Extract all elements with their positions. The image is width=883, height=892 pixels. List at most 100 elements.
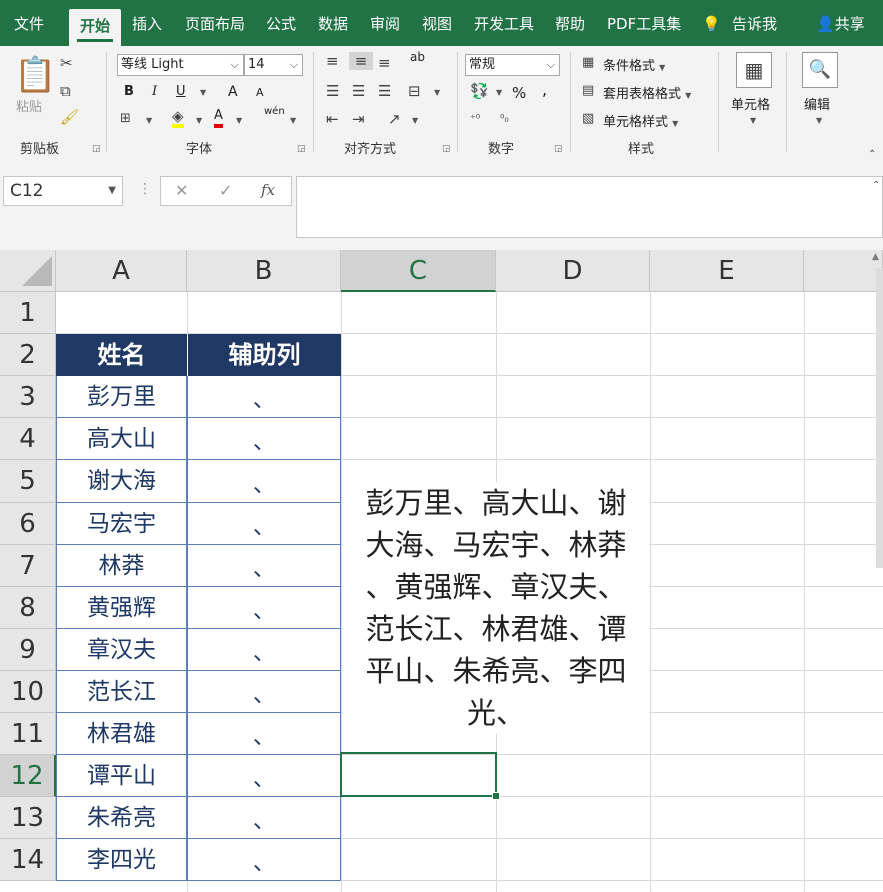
table-cell-name[interactable]: 林莽 — [56, 545, 187, 587]
tab-pdf-tools[interactable]: PDF工具集 — [607, 12, 681, 36]
font-size-select[interactable]: 14 ⌵ — [244, 54, 303, 76]
caret-down-icon[interactable]: ▼ — [290, 116, 296, 125]
expand-formula-bar-icon[interactable]: ⌃ — [872, 180, 880, 191]
grow-font-button[interactable]: A — [228, 84, 238, 100]
caret-down-icon[interactable]: ▼ — [496, 88, 502, 97]
row-header[interactable]: 2 — [0, 334, 56, 376]
row-header[interactable]: 8 — [0, 587, 56, 629]
caret-down-icon[interactable]: ▼ — [146, 116, 152, 125]
fill-handle[interactable] — [492, 792, 500, 800]
row-header[interactable]: 3 — [0, 376, 56, 418]
row-header[interactable]: 6 — [0, 503, 56, 545]
align-left-icon[interactable]: ☰ — [326, 82, 339, 100]
enter-icon[interactable]: ✓ — [219, 181, 232, 200]
phonetic-button[interactable]: wén — [264, 106, 285, 117]
font-name-select[interactable]: 等线 Light ⌵ — [117, 54, 244, 76]
caret-down-icon[interactable]: ▼ — [200, 88, 206, 97]
increase-indent-icon[interactable]: ⇥ — [352, 110, 365, 128]
conditional-format-button[interactable]: 条件格式 ▼ — [603, 55, 665, 74]
alignment-launcher-icon[interactable]: ◲ — [442, 144, 451, 154]
row-header[interactable]: 5 — [0, 460, 56, 503]
table-cell-aux[interactable]: 、 — [187, 629, 341, 671]
scroll-up-icon[interactable]: ▲ — [872, 252, 883, 266]
percent-button[interactable]: % — [512, 84, 526, 102]
tab-review[interactable]: 审阅 — [370, 12, 400, 36]
row-header[interactable]: 1 — [0, 292, 56, 334]
table-cell-aux[interactable]: 、 — [187, 503, 341, 545]
table-cell-aux[interactable]: 、 — [187, 671, 341, 713]
table-cell-aux[interactable]: 、 — [187, 587, 341, 629]
tab-insert[interactable]: 插入 — [132, 12, 162, 36]
table-cell-aux[interactable]: 、 — [187, 713, 341, 755]
table-cell-name[interactable]: 李四光 — [56, 839, 187, 881]
row-header[interactable]: 14 — [0, 839, 56, 881]
fill-color-icon[interactable]: ◈ — [172, 108, 184, 128]
vertical-scrollbar-thumb[interactable] — [876, 268, 883, 568]
insert-function-icon[interactable]: fx — [261, 181, 275, 199]
caret-down-icon[interactable]: ▼ — [412, 116, 418, 125]
tab-view[interactable]: 视图 — [422, 12, 452, 36]
italic-button[interactable]: I — [152, 84, 157, 99]
format-painter-icon[interactable]: 🖌 — [60, 108, 79, 126]
shrink-font-button[interactable]: A — [256, 86, 264, 99]
tab-home[interactable]: 开始 — [69, 9, 122, 46]
format-as-table-button[interactable]: 套用表格格式 ▼ — [603, 83, 691, 102]
column-header-a[interactable]: A — [56, 250, 187, 292]
formula-input[interactable] — [296, 176, 883, 238]
column-header-d[interactable]: D — [496, 250, 650, 292]
table-cell-name[interactable]: 林君雄 — [56, 713, 187, 755]
number-format-select[interactable]: 常规 ⌵ — [465, 54, 560, 76]
font-launcher-icon[interactable]: ◲ — [297, 144, 306, 154]
merged-result-cell[interactable]: 彭万里、高大山、谢 大海、马宏宇、林莽 、黄强辉、章汉夫、 范长江、林君雄、谭 … — [343, 482, 649, 734]
table-cell-aux[interactable]: 、 — [187, 755, 341, 797]
paste-label[interactable]: 粘贴 — [16, 96, 42, 115]
tab-page-layout[interactable]: 页面布局 — [185, 12, 245, 36]
name-box[interactable]: C12 ▼ — [3, 176, 123, 206]
search-icon[interactable]: 🔍 — [802, 52, 838, 88]
table-header-name[interactable]: 姓名 — [56, 334, 187, 376]
editing-button[interactable]: 编辑 — [804, 94, 830, 113]
table-cell-name[interactable]: 谢大海 — [56, 460, 187, 503]
table-cell-aux[interactable]: 、 — [187, 460, 341, 503]
table-cell-name[interactable]: 马宏宇 — [56, 503, 187, 545]
share-button[interactable]: 👤共享 — [816, 12, 865, 36]
table-cell-aux[interactable]: 、 — [187, 418, 341, 460]
align-middle-icon[interactable]: ≡ — [349, 52, 373, 70]
paste-icon[interactable]: 📋 — [14, 56, 56, 94]
table-cell-name[interactable]: 谭平山 — [56, 755, 187, 797]
cancel-icon[interactable]: ✕ — [175, 181, 188, 200]
tab-help[interactable]: 帮助 — [555, 12, 585, 36]
clipboard-launcher-icon[interactable]: ◲ — [92, 144, 101, 154]
caret-down-icon[interactable]: ▼ — [816, 116, 822, 125]
increase-decimal-icon[interactable]: ⁺⁰ — [470, 110, 480, 128]
tab-developer[interactable]: 开发工具 — [474, 12, 534, 36]
align-bottom-icon[interactable]: ≡ — [378, 54, 391, 72]
copy-icon[interactable]: ⧉ — [60, 82, 71, 100]
table-cell-aux[interactable]: 、 — [187, 545, 341, 587]
table-cell-aux[interactable]: 、 — [187, 839, 341, 881]
cells-button[interactable]: 单元格 — [731, 94, 770, 113]
bold-button[interactable]: B — [124, 84, 134, 99]
table-cell-name[interactable]: 朱希亮 — [56, 797, 187, 839]
table-header-aux[interactable]: 辅助列 — [187, 334, 341, 376]
align-center-icon[interactable]: ☰ — [352, 82, 365, 100]
column-header-e[interactable]: E — [650, 250, 804, 292]
table-cell-name[interactable]: 彭万里 — [56, 376, 187, 418]
caret-down-icon[interactable]: ▼ — [196, 116, 202, 125]
caret-down-icon[interactable]: ▼ — [750, 116, 756, 125]
align-right-icon[interactable]: ☰ — [378, 82, 391, 100]
number-launcher-icon[interactable]: ◲ — [554, 144, 563, 154]
table-cell-name[interactable]: 高大山 — [56, 418, 187, 460]
tab-formulas[interactable]: 公式 — [266, 12, 296, 36]
border-icon[interactable]: ⊞ — [120, 110, 131, 128]
row-header[interactable]: 7 — [0, 545, 56, 587]
table-cell-name[interactable]: 范长江 — [56, 671, 187, 713]
row-header[interactable]: 12 — [0, 755, 56, 797]
underline-button[interactable]: U — [176, 84, 186, 99]
table-cell-aux[interactable]: 、 — [187, 797, 341, 839]
table-cell-name[interactable]: 章汉夫 — [56, 629, 187, 671]
comma-button[interactable]: , — [542, 80, 547, 99]
font-color-button[interactable]: A — [214, 108, 223, 128]
decrease-decimal-icon[interactable]: ⁰₀ — [500, 110, 509, 128]
row-header[interactable]: 10 — [0, 671, 56, 713]
